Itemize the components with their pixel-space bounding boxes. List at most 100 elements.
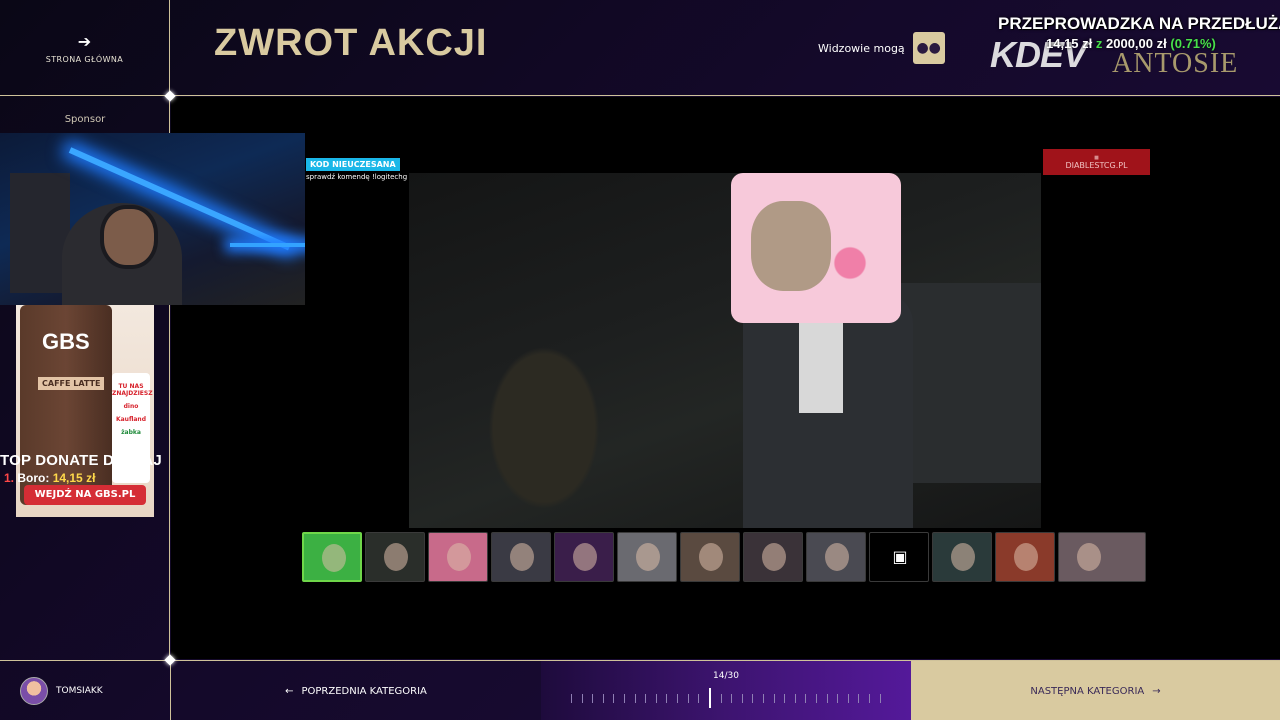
ad-shops-heading: TU NAS ZNAJDZIESZ [112, 383, 153, 397]
participant-thumbnail[interactable] [932, 532, 992, 582]
user-profile[interactable]: TOMSIAKK [0, 661, 171, 720]
username: TOMSIAKK [56, 686, 103, 696]
progress-tick [655, 693, 657, 703]
next-category-label: NASTĘPNA KATEGORIA [1030, 685, 1145, 697]
progress-tick [805, 693, 807, 703]
participant-thumbnail[interactable] [680, 532, 740, 582]
participant-thumbnail[interactable] [491, 532, 551, 582]
code-hint: sprawdź komendę !logitechg [306, 173, 408, 181]
donor-amount: 14,15 zł [52, 471, 96, 485]
participant-face [447, 543, 471, 571]
progress-tick [602, 693, 604, 703]
goal-headline: PRZEPROWADZKA NA PRZEDŁUŻANY [998, 14, 1280, 33]
goal-of: z [1095, 36, 1103, 51]
participant-thumbnail[interactable] [806, 532, 866, 582]
participant-face [762, 543, 786, 571]
progress-tick [816, 693, 818, 703]
progress-tick [784, 693, 786, 703]
ad-shop: żabka [121, 429, 141, 436]
header: ➔ STRONA GŁÓWNA ZWROT AKCJI Widzowie mog… [0, 0, 1280, 96]
webcam-shelf [10, 173, 70, 293]
participant-thumbnail[interactable] [995, 532, 1055, 582]
participant-thumbnail[interactable] [302, 532, 362, 582]
goal-target: 2000,00 zł [1106, 36, 1167, 51]
home-button[interactable]: ➔ STRONA GŁÓWNA [0, 0, 170, 96]
participant-face [636, 543, 660, 571]
participant-thumbnail[interactable] [1058, 532, 1146, 582]
top-donate-row: 1. Boro: 14,15 zł [0, 471, 175, 485]
neon-light [230, 243, 305, 247]
viewers-label: Widzowie mogą [818, 41, 905, 55]
participant-face [825, 543, 849, 571]
participant-face [1014, 543, 1038, 571]
code-badge: KOD NIEUCZESANA [306, 158, 400, 171]
users-icon: ●● [916, 40, 941, 56]
progress-tick [731, 693, 733, 703]
banner-logo-icon: ■ [1094, 154, 1099, 161]
top-donate-heading: TOP DONATE DZISIAJ [0, 452, 162, 469]
donor-name: Boro: [17, 471, 50, 485]
sponsor-banner-text: DIABLESTCG.PL [1065, 160, 1128, 170]
stream-page: ➔ STRONA GŁÓWNA ZWROT AKCJI Widzowie mog… [0, 0, 1280, 720]
sofa [899, 283, 1041, 483]
goal-amount: 14,15 zł z 2000,00 zł (0.71%) [1046, 36, 1216, 51]
progress-tick [741, 693, 743, 703]
viewers-button[interactable]: ●● [912, 32, 945, 64]
printed-face [751, 201, 831, 291]
viewers-control: Widzowie mogą ●● [818, 32, 945, 64]
ad-shop: Kaufland [115, 416, 147, 423]
participant-face [573, 543, 597, 571]
progress-current-tick [708, 688, 711, 708]
donation-goal: KDEV ANTOSIE PRZEPROWADZKA NA PRZEDŁUŻAN… [990, 12, 1280, 84]
top-donate: TOP DONATE DZISIAJ 1. Boro: 14,15 zł [0, 452, 175, 485]
previous-category-button[interactable]: ← POPRZEDNIA KATEGORIA [171, 661, 541, 720]
progress-tick [677, 693, 679, 703]
progress-tick [847, 693, 849, 703]
progress-tick [869, 693, 871, 703]
participant-thumbnail[interactable] [365, 532, 425, 582]
participant-thumbnail[interactable]: ▣ [869, 532, 929, 582]
footer: TOMSIAKK ← POPRZEDNIA KATEGORIA 14/30 NA… [0, 660, 1280, 720]
participant-face [1077, 543, 1101, 571]
arrow-left-icon: ← [285, 685, 294, 697]
progress-tick [752, 693, 754, 703]
participant-face [322, 544, 346, 572]
main-video [409, 173, 1041, 528]
webcam-head [100, 205, 158, 269]
category-progress: 14/30 [541, 661, 911, 720]
progress-tick [837, 693, 839, 703]
sponsor-label: Sponsor [64, 114, 106, 125]
avatar [20, 677, 48, 705]
camera-icon: ▣ [892, 547, 908, 566]
goal-percent: (0.71%) [1170, 36, 1216, 51]
home-label: STRONA GŁÓWNA [45, 55, 124, 64]
ad-cta-button[interactable]: WEJDŹ NA GBS.PL [24, 485, 146, 505]
participant-thumbnail[interactable] [428, 532, 488, 582]
participant-thumbnail[interactable] [617, 532, 677, 582]
participant-face [699, 543, 723, 571]
christmas-tree [479, 333, 609, 523]
participant-thumbnail[interactable] [743, 532, 803, 582]
progress-tick [592, 693, 594, 703]
participant-thumbnail[interactable] [554, 532, 614, 582]
progress-tick [581, 693, 583, 703]
progress-tick [762, 693, 764, 703]
person-shirt [799, 313, 843, 413]
progress-tick [571, 693, 572, 703]
progress-tick [858, 693, 860, 703]
participant-face [951, 543, 975, 571]
next-category-button[interactable]: NASTĘPNA KATEGORIA → [911, 661, 1280, 720]
ad-shop: dino [123, 403, 139, 410]
progress-tick [624, 693, 626, 703]
progress-tick [666, 693, 668, 703]
progress-tick [698, 693, 700, 703]
page-title: ZWROT AKCJI [214, 22, 488, 64]
progress-tick [879, 693, 881, 703]
sponsor-ad[interactable]: GBS CAFFE LATTE TU NAS ZNAJDZIESZ dino K… [16, 305, 154, 517]
participant-thumbnails: ▣ [302, 532, 1146, 582]
arrow-left-icon: ➔ [77, 32, 92, 51]
sponsor-banner[interactable]: ■ DIABLESTCG.PL [1043, 149, 1150, 175]
progress-tick [794, 693, 796, 703]
ad-flavor: CAFFE LATTE [38, 377, 105, 390]
progress-tick [720, 693, 722, 703]
